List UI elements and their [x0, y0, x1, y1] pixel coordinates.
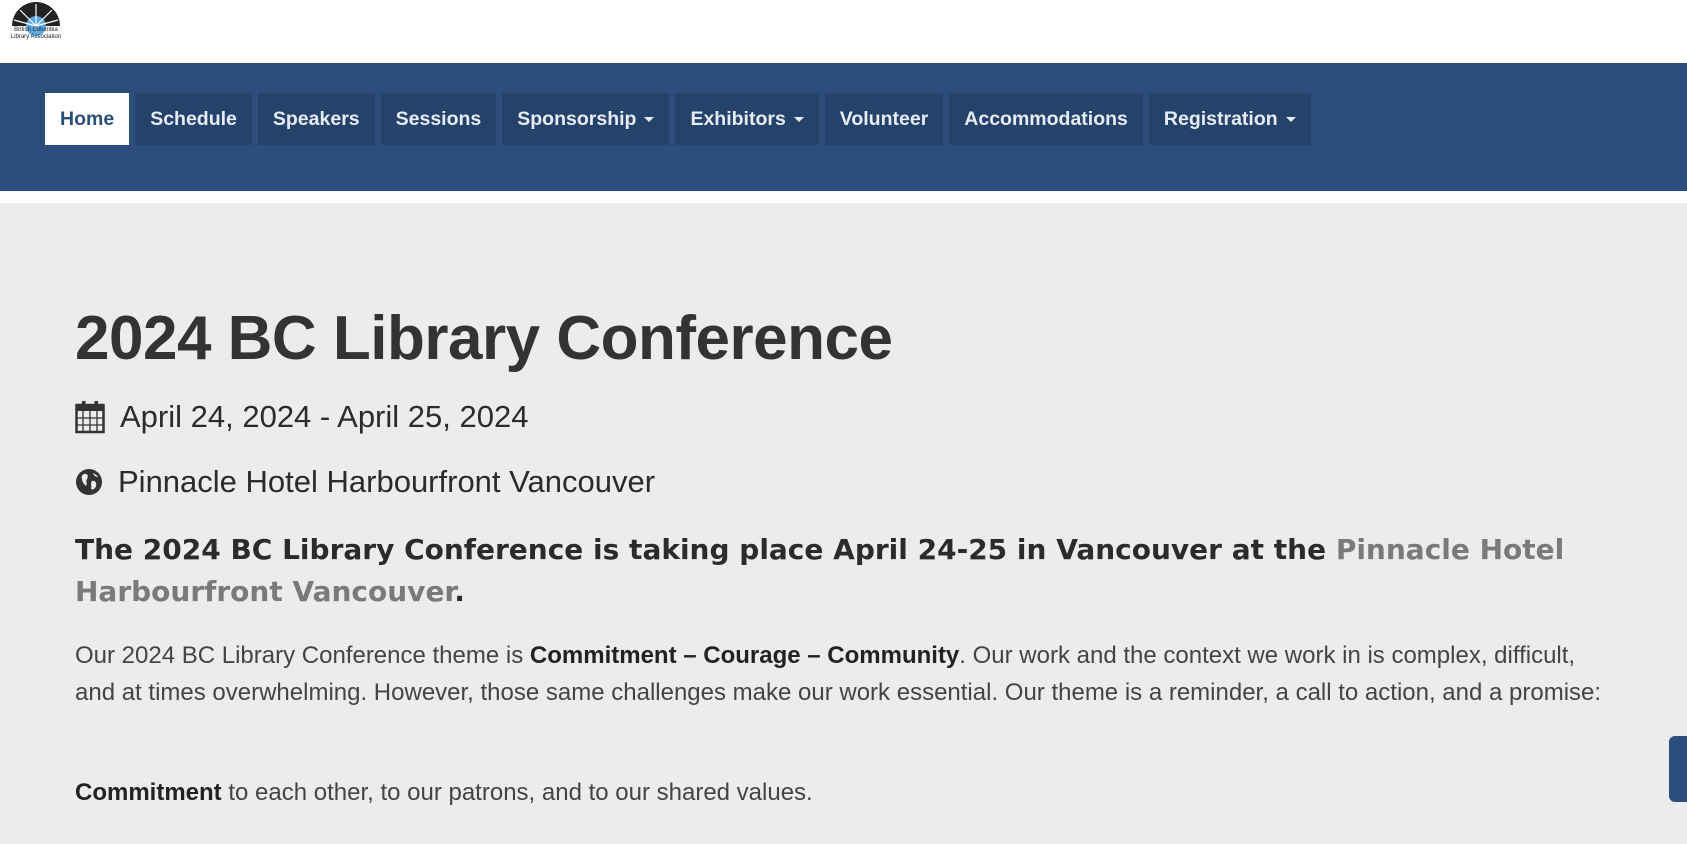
nav-item-label: Schedule [150, 107, 237, 130]
page-title: 2024 BC Library Conference [75, 304, 893, 373]
theme-paragraph: Our 2024 BC Library Conference theme is … [75, 637, 1605, 711]
commitment-label: Commitment [75, 779, 222, 806]
nav-item-volunteer[interactable]: Volunteer [824, 93, 944, 145]
commitment-text: to each other, to our patrons, and to ou… [221, 779, 813, 806]
nav-item-home[interactable]: Home [45, 93, 130, 145]
chevron-down-icon [1285, 116, 1296, 122]
nav-item-label: Volunteer [839, 107, 929, 130]
nav-item-label: Home [60, 107, 115, 130]
site-header: British Columbia Library Association [0, 0, 1687, 63]
nav-item-label: Accommodations [964, 107, 1128, 130]
nav-item-schedule[interactable]: Schedule [135, 93, 252, 145]
nav-item-accommodations[interactable]: Accommodations [949, 93, 1143, 145]
globe-icon [76, 469, 102, 495]
chevron-down-icon [793, 116, 804, 122]
lead-end: . [454, 575, 465, 608]
event-location: Pinnacle Hotel Harbourfront Vancouver [75, 464, 655, 500]
nav-item-label: Sessions [395, 107, 482, 130]
nav-item-label: Sponsorship [517, 107, 637, 130]
nav-item-label: Registration [1163, 107, 1278, 130]
venue-name: Pinnacle Hotel Harbourfront Vancouver [118, 464, 656, 499]
side-widget-tab[interactable] [1669, 736, 1687, 802]
chevron-down-icon [644, 116, 655, 122]
commitment-paragraph: Commitment to each other, to our patrons… [75, 774, 1605, 811]
nav-item-label: Speakers [272, 107, 360, 130]
nav-item-sessions[interactable]: Sessions [380, 93, 497, 145]
event-dates: April 24, 2024 - April 25, 2024 [120, 399, 529, 434]
calendar-icon [75, 401, 105, 434]
main-navigation: Home Schedule Speakers Sessions Sponsorship E… [0, 63, 1687, 191]
logo-text: British Columbia Library Association [10, 27, 62, 40]
nav-item-speakers[interactable]: Speakers [257, 93, 375, 145]
theme-intro-text: Our 2024 BC Library Conference theme is [75, 642, 530, 669]
intro-lead: The 2024 BC Library Conference is taking… [75, 529, 1605, 613]
divider [0, 191, 1687, 203]
nav-list: Home Schedule Speakers Sessions Sponsorship E… [45, 93, 1311, 145]
event-date: April 24, 2024 - April 25, 2024 [75, 399, 528, 435]
nav-item-registration[interactable]: Registration [1148, 93, 1311, 145]
lead-text: The 2024 BC Library Conference is taking… [75, 533, 1336, 566]
nav-item-exhibitors[interactable]: Exhibitors [675, 93, 819, 145]
nav-item-label: Exhibitors [690, 107, 786, 130]
nav-item-sponsorship[interactable]: Sponsorship [502, 93, 670, 145]
theme-name: Commitment – Courage – Community [529, 642, 960, 669]
